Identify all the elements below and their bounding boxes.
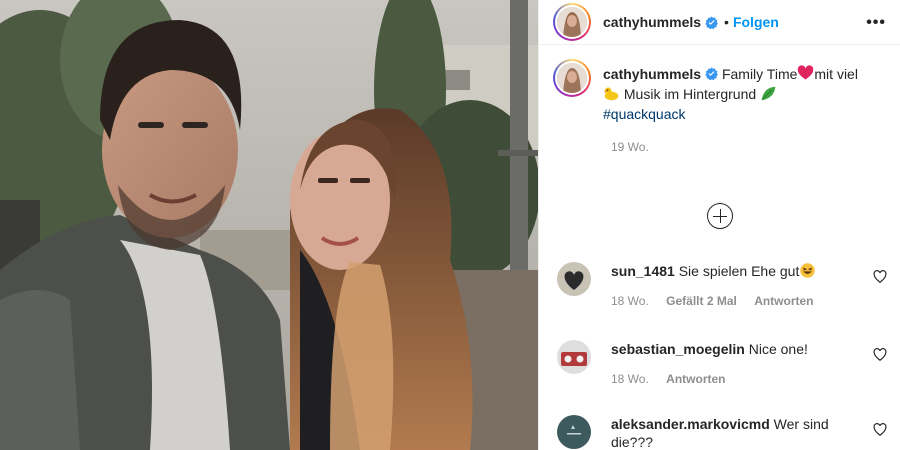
author-avatar[interactable]: [553, 3, 591, 41]
caption-author-avatar-image: [555, 61, 589, 95]
comment-meta: 18 Wo. Antworten: [611, 372, 887, 386]
comment-username[interactable]: sun_1481: [611, 263, 675, 279]
comment-username[interactable]: sebastian_moegelin: [611, 341, 745, 357]
caption-part-1: Family Time: [721, 66, 798, 82]
heart-icon[interactable]: [873, 423, 887, 437]
comment-meta: 18 Wo. Gefällt 2 Mal Antworten: [611, 294, 887, 308]
heart-icon[interactable]: [873, 348, 887, 362]
post-header: cathyhummels • Folgen •••: [539, 0, 900, 44]
comment-body: Nice one!: [748, 341, 808, 357]
comment-text: sun_1481 Sie spielen Ehe gut: [611, 262, 887, 280]
post-photo: [0, 0, 538, 450]
post-age: 19 Wo.: [611, 140, 649, 154]
heart-icon[interactable]: [873, 270, 887, 284]
post-side-panel: cathyhummels • Folgen ••• cathyhummels F…: [538, 0, 900, 450]
leaf-emoji-icon: [761, 86, 776, 101]
comment-age: 18 Wo.: [611, 294, 649, 308]
separator-dot: •: [724, 14, 729, 30]
couple-selfie-image: [0, 0, 538, 450]
load-more-comments-icon[interactable]: [707, 203, 733, 229]
comment-item: sebastian_moegelin Nice one! 18 Wo. Antw…: [557, 340, 887, 386]
caption-author-avatar[interactable]: [553, 59, 591, 97]
caption-username[interactable]: cathyhummels: [603, 66, 701, 82]
comment-text: aleksander.markovicmd Wer sind die???: [611, 415, 887, 450]
caption-part-3: Musik im Hintergrund: [623, 86, 757, 102]
comment-likes-count[interactable]: Gefällt 2 Mal: [666, 294, 737, 308]
comment-item: aleksander.markovicmd Wer sind die???: [557, 415, 887, 450]
comment-age: 18 Wo.: [611, 372, 649, 386]
verified-badge-icon: [705, 67, 719, 80]
author-avatar-image: [555, 5, 589, 39]
commenter-avatar[interactable]: [557, 340, 591, 374]
verified-badge-icon: [705, 15, 719, 29]
reply-button[interactable]: Antworten: [754, 294, 813, 308]
comment-text: sebastian_moegelin Nice one!: [611, 340, 887, 358]
follow-button[interactable]: Folgen: [733, 14, 779, 30]
comment-username[interactable]: aleksander.markovicmd: [611, 416, 770, 432]
caption-hashtag[interactable]: #quackquack: [603, 106, 686, 122]
commenter-avatar[interactable]: [557, 415, 591, 449]
comment-body: Sie spielen Ehe gut: [678, 263, 800, 279]
commenter-avatar[interactable]: [557, 262, 591, 296]
duck-emoji-icon: [603, 87, 619, 101]
heart-emoji-icon: [798, 65, 814, 80]
more-options-icon[interactable]: •••: [866, 14, 886, 32]
post-caption: cathyhummels Family Time mit viel Musik i…: [539, 45, 900, 124]
laughing-emoji-icon: [800, 263, 816, 278]
author-username[interactable]: cathyhummels: [603, 14, 701, 30]
caption-text: cathyhummels Family Time mit viel Musik i…: [603, 64, 858, 124]
reply-button[interactable]: Antworten: [666, 372, 725, 386]
caption-part-2: mit viel: [814, 66, 858, 82]
comment-item: sun_1481 Sie spielen Ehe gut 18 Wo. Gefä…: [557, 262, 887, 308]
